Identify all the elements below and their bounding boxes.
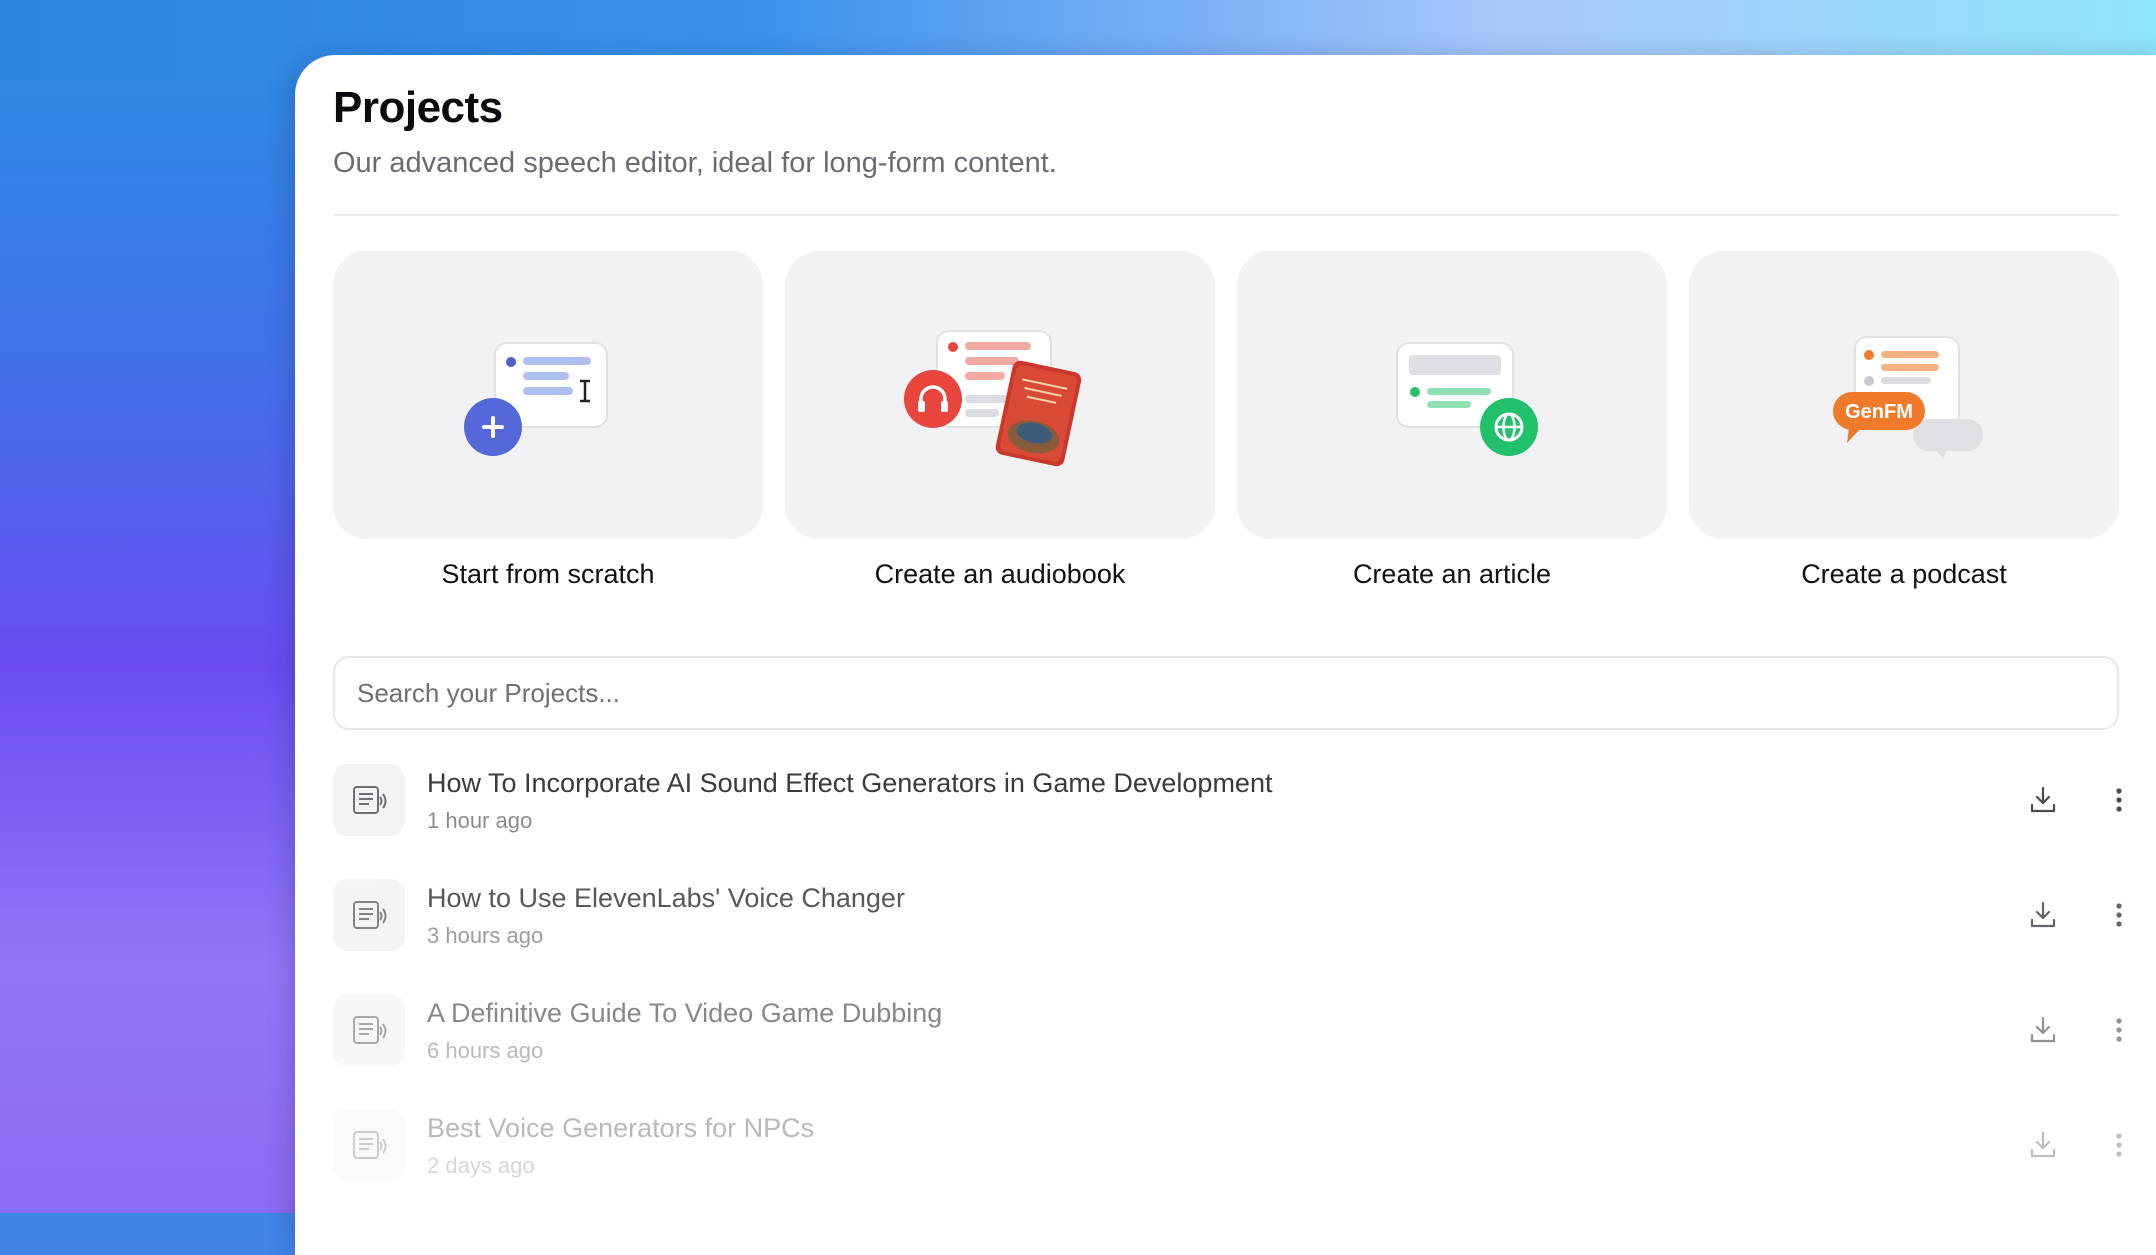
document-audio-icon xyxy=(333,764,405,836)
more-options-icon[interactable] xyxy=(2103,1129,2135,1161)
document-audio-icon xyxy=(333,879,405,951)
search-box xyxy=(333,656,2119,730)
document-illustration xyxy=(464,342,608,456)
card-create-audiobook[interactable]: Create an audiobook xyxy=(785,251,1215,590)
divider xyxy=(333,214,2119,216)
project-row[interactable]: How to Use ElevenLabs' Voice Changer 3 h… xyxy=(333,879,2122,951)
card-label: Create a podcast xyxy=(1801,559,2007,589)
page-title: Projects xyxy=(333,83,503,132)
headphones-icon xyxy=(904,370,962,428)
projects-panel: Projects Our advanced speech editor, ide… xyxy=(295,55,2156,1255)
download-icon[interactable] xyxy=(2027,784,2059,816)
more-options-icon[interactable] xyxy=(2103,784,2135,816)
card-create-podcast[interactable]: GenFM Create a podcast xyxy=(1689,251,2119,590)
card-label: Create an article xyxy=(1352,559,1552,589)
card-tile: GenFM xyxy=(1689,251,2119,539)
project-row[interactable]: Best Voice Generators for NPCs 2 days ag… xyxy=(333,1109,2122,1181)
article-illustration xyxy=(1396,342,1538,456)
project-timestamp: 1 hour ago xyxy=(427,808,533,833)
card-create-article[interactable]: Create an article xyxy=(1237,251,1667,590)
card-label: Start from scratch xyxy=(441,559,655,589)
download-icon[interactable] xyxy=(2027,1129,2059,1161)
download-icon[interactable] xyxy=(2027,1014,2059,1046)
project-row[interactable]: How To Incorporate AI Sound Effect Gener… xyxy=(333,764,2122,836)
project-title[interactable]: How to Use ElevenLabs' Voice Changer xyxy=(427,883,905,914)
document-audio-icon xyxy=(333,1109,405,1181)
card-label: Create an audiobook xyxy=(874,559,1126,589)
project-timestamp: 2 days ago xyxy=(427,1153,535,1178)
genfm-badge-label: GenFM xyxy=(1845,401,1913,423)
globe-icon xyxy=(1480,398,1538,456)
more-options-icon[interactable] xyxy=(2103,1014,2135,1046)
card-tile xyxy=(1237,251,1667,539)
card-start-from-scratch[interactable]: Start from scratch xyxy=(333,251,763,590)
page-subtitle: Our advanced speech editor, ideal for lo… xyxy=(333,147,1057,179)
search-input[interactable] xyxy=(335,658,2097,728)
project-title[interactable]: A Definitive Guide To Video Game Dubbing xyxy=(427,998,942,1029)
podcast-illustration: GenFM xyxy=(1833,336,1983,459)
project-title[interactable]: How To Incorporate AI Sound Effect Gener… xyxy=(427,768,1272,799)
download-icon[interactable] xyxy=(2027,899,2059,931)
plus-icon xyxy=(464,398,522,456)
project-title[interactable]: Best Voice Generators for NPCs xyxy=(427,1113,814,1144)
card-tile xyxy=(333,251,763,539)
background-left xyxy=(0,0,300,1213)
project-timestamp: 3 hours ago xyxy=(427,923,544,948)
genfm-badge: GenFM xyxy=(1833,392,1925,443)
audiobook-illustration xyxy=(904,330,1082,467)
project-timestamp: 6 hours ago xyxy=(427,1038,544,1063)
card-tile xyxy=(785,251,1215,539)
project-row[interactable]: A Definitive Guide To Video Game Dubbing… xyxy=(333,994,2122,1066)
document-audio-icon xyxy=(333,994,405,1066)
more-options-icon[interactable] xyxy=(2103,899,2135,931)
